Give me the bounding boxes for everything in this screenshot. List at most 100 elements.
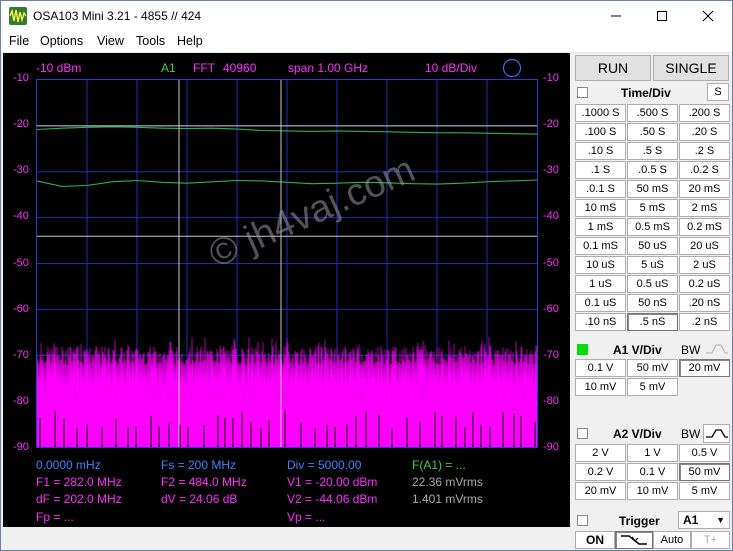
- close-button[interactable]: [685, 1, 731, 31]
- time-div-button[interactable]: .0.5 S: [627, 161, 678, 179]
- time-div-button[interactable]: 10 uS: [575, 256, 626, 274]
- time-div-checkbox[interactable]: [577, 87, 588, 98]
- time-div-button[interactable]: 50 nS: [627, 294, 678, 312]
- time-div-button[interactable]: 1 uS: [575, 275, 626, 293]
- menu-bar: File Options View Tools Help: [1, 31, 732, 53]
- single-button[interactable]: SINGLE: [653, 55, 729, 81]
- readout-f2: F2 = 484.0 MHz: [161, 475, 247, 489]
- a2-vdiv-button[interactable]: 1 V: [627, 444, 678, 462]
- time-div-button[interactable]: .5 S: [627, 142, 678, 160]
- a1-title: A1 V/Div: [613, 343, 662, 357]
- time-div-button[interactable]: 20 mS: [679, 180, 730, 198]
- time-div-button[interactable]: 2 uS: [679, 256, 730, 274]
- time-div-button[interactable]: 5 mS: [627, 199, 678, 217]
- time-div-button[interactable]: 0.2 uS: [679, 275, 730, 293]
- readout-freq: 0.0000 mHz: [36, 458, 101, 472]
- a1-bw-filter-icon[interactable]: [705, 341, 729, 357]
- a2-vdiv-button[interactable]: 5 mV: [679, 482, 730, 500]
- trigger-checkbox[interactable]: [577, 515, 588, 526]
- control-panel: RUN SINGLE Time/Div S .1000 S .500 S .200 …: [573, 53, 733, 550]
- status-bar: [1, 528, 571, 550]
- a1-indicator[interactable]: [577, 344, 588, 355]
- time-div-button[interactable]: .10 S: [575, 142, 626, 160]
- menu-help[interactable]: Help: [177, 34, 203, 48]
- readout-fa1: F(A1) = ...: [412, 458, 466, 472]
- y-tick-label-r: -30: [543, 164, 559, 177]
- time-div-button[interactable]: 20 uS: [679, 237, 730, 255]
- menu-view[interactable]: View: [97, 34, 124, 48]
- time-div-button[interactable]: .200 S: [679, 104, 730, 122]
- y-tick-label-r: -70: [543, 348, 559, 361]
- time-div-button[interactable]: .20 S: [679, 123, 730, 141]
- time-div-button[interactable]: .2 nS: [679, 313, 730, 331]
- spectrum-display: -10 dBm A1 FFT 40960 span 1.00 GHz 10 dB…: [3, 53, 570, 527]
- a2-vdiv-button[interactable]: 2 V: [575, 444, 626, 462]
- readout-v1: V1 = -20.00 dBm: [287, 475, 378, 489]
- status-circle-icon[interactable]: [502, 58, 522, 78]
- time-div-button[interactable]: .0.1 S: [575, 180, 626, 198]
- a2-vdiv-button[interactable]: 20 mV: [575, 482, 626, 500]
- a2-vdiv-button[interactable]: 10 mV: [627, 482, 678, 500]
- app-window: OSA103 Mini 3.21 - 4855 // 424 File Opti…: [0, 0, 733, 551]
- trigger-edge-button[interactable]: [615, 531, 653, 549]
- time-div-button[interactable]: .50 S: [627, 123, 678, 141]
- time-div-button[interactable]: .0.2 S: [679, 161, 730, 179]
- time-div-button[interactable]: .1000 S: [575, 104, 626, 122]
- time-div-button[interactable]: .20 nS: [679, 294, 730, 312]
- trigger-auto-button[interactable]: Auto: [653, 531, 691, 549]
- time-div-button[interactable]: .2 S: [679, 142, 730, 160]
- time-unit-s-button[interactable]: S: [707, 83, 729, 101]
- maximize-button[interactable]: [639, 1, 685, 31]
- time-div-button[interactable]: 0.5 mS: [627, 218, 678, 236]
- time-div-button[interactable]: .500 S: [627, 104, 678, 122]
- readout-fs: Fs = 200 MHz: [161, 458, 237, 472]
- trigger-source-select[interactable]: A1 ▼: [678, 511, 730, 529]
- scale-label: 10 dB/Div: [425, 61, 478, 75]
- a1-vdiv-button[interactable]: 10 mV: [575, 378, 626, 396]
- a1-vdiv-button[interactable]: 50 mV: [627, 359, 678, 377]
- time-div-button[interactable]: .10 nS: [575, 313, 626, 331]
- menu-tools[interactable]: Tools: [136, 34, 165, 48]
- time-div-button[interactable]: 10 mS: [575, 199, 626, 217]
- time-div-button[interactable]: 5 uS: [627, 256, 678, 274]
- time-div-button[interactable]: .5 nS: [627, 313, 678, 331]
- time-div-button[interactable]: 2 mS: [679, 199, 730, 217]
- time-div-button[interactable]: .1 S: [575, 161, 626, 179]
- time-div-button[interactable]: 1 mS: [575, 218, 626, 236]
- readout-dv: dV = 24.06 dB: [161, 492, 238, 506]
- time-div-button[interactable]: 0.2 mS: [679, 218, 730, 236]
- time-div-button[interactable]: 0.1 mS: [575, 237, 626, 255]
- a1-vdiv-button[interactable]: 0.1 V: [575, 359, 626, 377]
- a1-vdiv-button[interactable]: 5 mV: [627, 378, 678, 396]
- run-button[interactable]: RUN: [575, 55, 651, 81]
- window-title: OSA103 Mini 3.21 - 4855 // 424: [33, 9, 202, 23]
- maximize-icon: [657, 11, 667, 21]
- y-tick-label-r: -80: [543, 394, 559, 407]
- a2-checkbox[interactable]: [577, 428, 588, 439]
- spectrum-chart: [36, 80, 538, 448]
- trigger-on-button[interactable]: ON: [575, 531, 615, 549]
- a1-vdiv-button[interactable]: 20 mV: [679, 359, 730, 377]
- a2-vdiv-button[interactable]: 0.5 V: [679, 444, 730, 462]
- time-div-button[interactable]: .100 S: [575, 123, 626, 141]
- time-div-button[interactable]: 0.5 uS: [627, 275, 678, 293]
- a2-vdiv-button[interactable]: 50 mV: [679, 463, 730, 481]
- spectrum-plot: [36, 79, 538, 448]
- time-div-button[interactable]: 50 uS: [627, 237, 678, 255]
- readout-fp: Fp = ...: [36, 510, 74, 524]
- a2-vdiv-button[interactable]: 0.1 V: [627, 463, 678, 481]
- menu-options[interactable]: Options: [40, 34, 83, 48]
- readout-v2: V2 = -44.06 dBm: [287, 492, 378, 506]
- readout-f1: F1 = 282.0 MHz: [36, 475, 122, 489]
- minimize-icon: [611, 15, 621, 17]
- a2-vdiv-button[interactable]: 0.2 V: [575, 463, 626, 481]
- time-div-button[interactable]: 0.1 uS: [575, 294, 626, 312]
- a2-bw-button[interactable]: [703, 424, 730, 443]
- minimize-button[interactable]: [593, 1, 639, 31]
- readout-df: dF = 202.0 MHz: [36, 492, 122, 506]
- time-div-button[interactable]: 50 mS: [627, 180, 678, 198]
- trigger-tplus-button[interactable]: T+: [691, 531, 730, 549]
- y-tick-label-r: -60: [543, 302, 559, 315]
- span-label: span 1.00 GHz: [288, 61, 369, 75]
- menu-file[interactable]: File: [9, 34, 29, 48]
